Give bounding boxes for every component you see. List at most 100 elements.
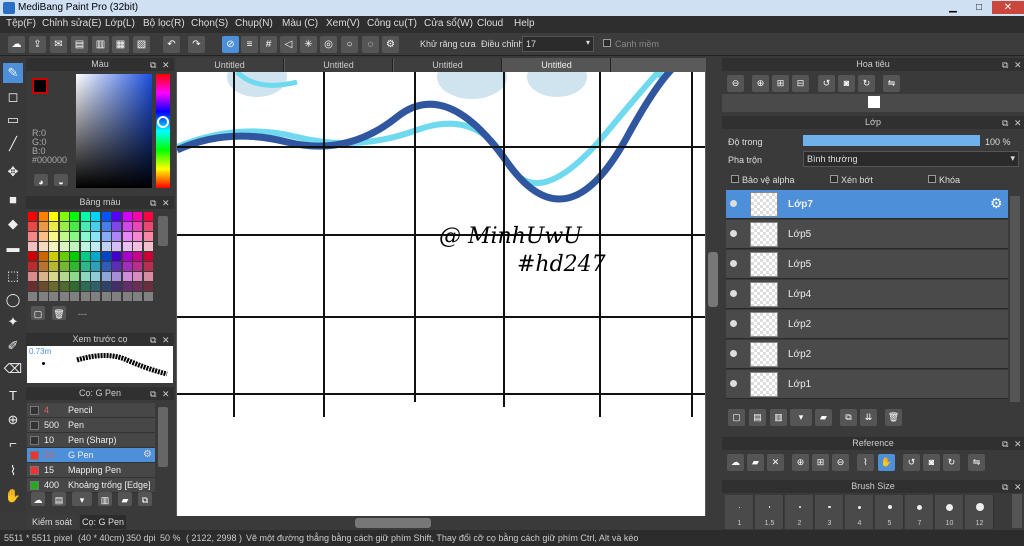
reference-eyedropper-icon[interactable]: ⌇ (857, 454, 874, 471)
gear-icon[interactable]: ⚙ (990, 195, 1003, 212)
shape-icon[interactable]: ▭ (3, 110, 23, 130)
palette-swatch[interactable] (38, 252, 48, 261)
line-icon[interactable]: ╱ (3, 134, 23, 154)
clipboard-icon[interactable]: ▧ (133, 36, 150, 53)
layer-add-menu-icon[interactable]: ▾ (790, 409, 812, 426)
palette-swatch[interactable] (49, 282, 58, 291)
palette-swatch[interactable] (101, 272, 111, 281)
palette-swatch[interactable] (38, 282, 48, 291)
menu-help[interactable]: Help (514, 18, 535, 29)
palette-swatch[interactable] (80, 282, 90, 291)
palette-swatch[interactable] (143, 292, 153, 301)
canvas[interactable]: @ MinhUwU #hd247 (177, 72, 705, 516)
palette-swatch[interactable] (133, 262, 142, 271)
duplicate-icon[interactable]: ⧉ (138, 492, 152, 506)
palette-swatch[interactable] (133, 292, 142, 301)
palette-swatch[interactable] (91, 292, 100, 301)
menu-tools[interactable]: Công cụ(T) (367, 18, 417, 29)
popout-icon[interactable]: ⧉ (1002, 59, 1008, 72)
layer-folder-icon[interactable]: ▰ (815, 409, 832, 426)
palette-swatch[interactable] (143, 222, 153, 231)
layer-row[interactable]: Lớp1 (726, 370, 1008, 399)
fill-rect-icon[interactable]: ■ (3, 190, 23, 210)
brush-size-button[interactable]: 10 (935, 495, 964, 529)
file-icon[interactable]: ▥ (92, 36, 109, 53)
palette-swatch[interactable] (112, 222, 121, 231)
palette-swatch[interactable] (112, 232, 121, 241)
snap-settings-icon[interactable]: ⚙ (382, 36, 399, 53)
palette-swatch[interactable] (143, 232, 153, 241)
palette-swatch[interactable] (91, 212, 100, 221)
text-icon[interactable]: T (3, 386, 23, 406)
hue-handle[interactable] (157, 116, 169, 128)
share-icon[interactable]: ⇪ (29, 36, 46, 53)
layer-row[interactable]: Lớp2 (726, 340, 1008, 369)
undo-icon[interactable]: ↶ (163, 36, 180, 53)
vertical-scrollbar[interactable] (706, 72, 720, 516)
brush-size-button[interactable]: 1.5 (755, 495, 784, 529)
hue-slider[interactable] (156, 74, 170, 188)
palette-swatch[interactable] (101, 242, 111, 251)
magic-wand-icon[interactable]: ✦ (3, 312, 23, 332)
fit-icon[interactable]: ⊞ (772, 75, 789, 92)
palette-swatch[interactable] (49, 292, 58, 301)
snap-radial-icon[interactable]: ✳ (300, 36, 317, 53)
palette-swatch[interactable] (112, 292, 121, 301)
palette-swatch[interactable] (91, 242, 100, 251)
cloud-icon[interactable]: ☁ (8, 36, 25, 53)
palette-swatch[interactable] (70, 252, 79, 261)
palette-swatch[interactable] (49, 222, 58, 231)
vertical-scroll-thumb[interactable] (708, 252, 718, 307)
eye-icon[interactable] (730, 200, 737, 207)
reference-rotate-left-icon[interactable]: ↺ (903, 454, 920, 471)
eye-icon[interactable] (730, 380, 737, 387)
reference-zoom-out-icon[interactable]: ⊖ (832, 454, 849, 471)
palette-swatch[interactable] (70, 262, 79, 271)
blend-mode-select[interactable]: Bình thường ▾ (803, 151, 1019, 167)
close-panel-icon[interactable]: ✕ (1014, 481, 1022, 494)
doc-tab[interactable]: Untitled (285, 58, 393, 72)
zoom-in-icon[interactable]: ⊕ (752, 75, 769, 92)
delete-layer-icon[interactable]: 🗑 (885, 409, 902, 426)
palette-swatch[interactable] (122, 272, 132, 281)
snap-circle-icon[interactable]: ○ (341, 36, 358, 53)
palette-swatch[interactable] (59, 212, 69, 221)
close-panel-icon[interactable]: ✕ (1014, 438, 1022, 451)
tab-brush-control[interactable]: Kiểm soát cọ (26, 515, 78, 541)
popout-icon[interactable]: ⧉ (1002, 117, 1008, 130)
reference-close-icon[interactable]: ✕ (767, 454, 784, 471)
menu-cloud[interactable]: Cloud (477, 18, 503, 29)
operation-icon[interactable]: ⊕ (3, 410, 23, 430)
menu-layer[interactable]: Lớp(L) (105, 18, 135, 29)
palette-swatch[interactable] (101, 262, 111, 271)
reset-rotation-icon[interactable]: ◙ (838, 75, 855, 92)
menu-color[interactable]: Màu (C) (282, 18, 318, 29)
palette-swatch[interactable] (143, 282, 153, 291)
palette-swatch[interactable] (91, 232, 100, 241)
palette-swatch[interactable] (80, 262, 90, 271)
palette-swatch[interactable] (112, 242, 121, 251)
palette-icon[interactable]: ◕ (34, 174, 48, 187)
cloud-brush-icon[interactable]: ☁ (31, 492, 45, 506)
reference-rotate-right-icon[interactable]: ↻ (943, 454, 960, 471)
duplicate-layer-icon[interactable]: ⧉ (840, 409, 857, 426)
reference-flip-icon[interactable]: ⇋ (968, 454, 985, 471)
palette-swatch[interactable] (70, 292, 79, 301)
palette-grid[interactable] (26, 210, 156, 302)
palette-swatch[interactable] (80, 212, 90, 221)
popout-icon[interactable]: ⧉ (150, 197, 156, 210)
eraser-icon[interactable]: ◻ (3, 87, 23, 107)
palette-swatch[interactable] (143, 212, 153, 221)
palette-swatch[interactable] (38, 242, 48, 251)
new-8bit-layer-icon[interactable]: ▥ (770, 409, 787, 426)
brush-icon[interactable]: ✎ (3, 63, 23, 83)
palette-swatch[interactable] (70, 272, 79, 281)
snap-curve-icon[interactable]: ◌ (362, 36, 379, 53)
palette-swatch[interactable] (70, 242, 79, 251)
select-icon[interactable]: ⬚ (3, 266, 23, 286)
menu-file[interactable]: Tệp(F) (6, 18, 36, 29)
palette-swatch[interactable] (112, 262, 121, 271)
brush-row[interactable]: 400 Khoảng trống [Edge] (27, 478, 155, 493)
brush-row[interactable]: 4 Pencil (27, 403, 155, 418)
palette-swatch[interactable] (80, 252, 90, 261)
